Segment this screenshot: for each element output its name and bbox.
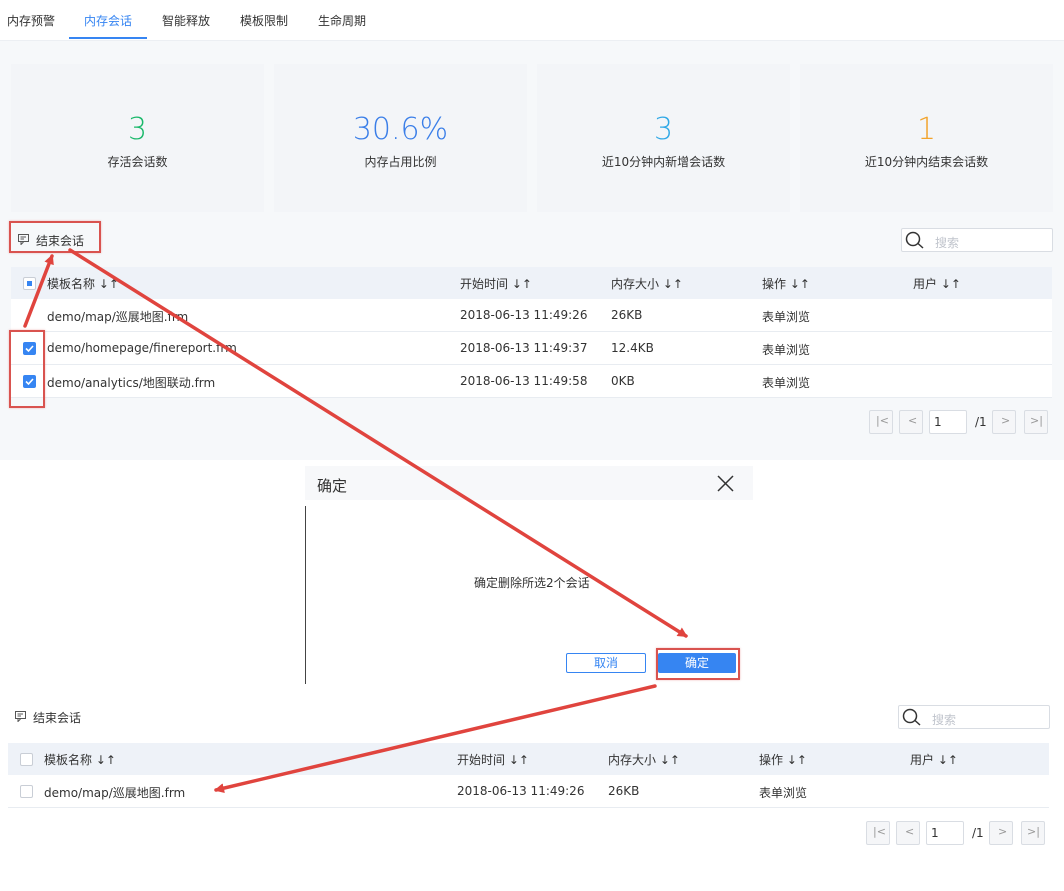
arrow-to-end-session (23, 254, 54, 328)
arrow-to-confirm (68, 248, 688, 638)
annotation-arrows (23, 248, 688, 794)
arrow-to-result (214, 684, 657, 794)
